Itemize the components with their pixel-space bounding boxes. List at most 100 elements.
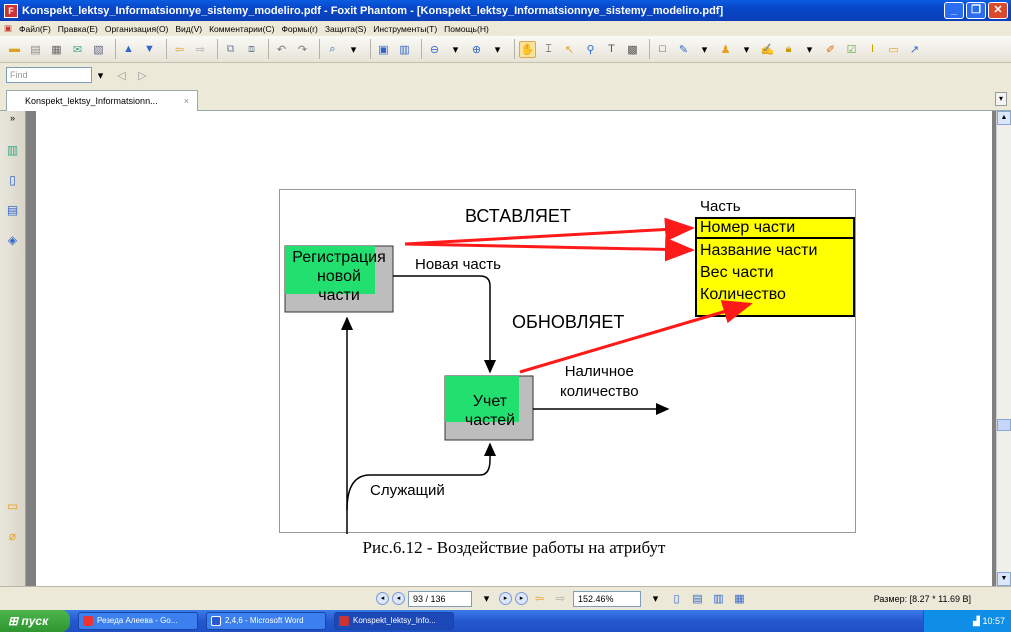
tab-document[interactable]: Konspekt_lektsy_Informatsionn... × [6, 90, 198, 111]
document-tab-bar: Konspekt_lektsy_Informatsionn... × ▾ [0, 87, 1011, 111]
redo-icon[interactable]: ↷ [294, 41, 311, 58]
menu-help[interactable]: Помощь(H) [444, 24, 489, 34]
single-page-icon[interactable]: ▯ [668, 590, 685, 607]
copy-icon[interactable]: ⧉ [222, 41, 239, 58]
text-field-icon[interactable]: I [864, 41, 881, 58]
facing-icon[interactable]: ▥ [710, 590, 727, 607]
scroll-up-icon[interactable]: ▲ [997, 111, 1011, 125]
tab-list-icon[interactable]: ▾ [995, 92, 1007, 106]
next-page-icon[interactable]: ▼ [141, 41, 158, 58]
start-button[interactable]: ⊞ пуск [0, 610, 70, 632]
vertical-scrollbar[interactable]: ▲ ▼ [996, 111, 1011, 586]
box-reg-line3: части [318, 287, 360, 304]
find-icon[interactable]: ⚲ [582, 41, 599, 58]
back-icon[interactable]: ⇦ [171, 41, 188, 58]
save-icon[interactable]: ▤ [27, 41, 44, 58]
prev-page-status-icon[interactable]: ◂ [392, 592, 405, 605]
paperclip-icon[interactable]: ⌀ [5, 529, 21, 545]
fit-width-icon[interactable]: ▥ [396, 41, 413, 58]
lock-icon[interactable]: 🔒︎ [780, 41, 797, 58]
select-text-icon[interactable]: ⌶ [540, 41, 557, 58]
find-dropdown-icon[interactable]: ▾ [92, 67, 109, 84]
menu-view[interactable]: Вид(V) [175, 24, 202, 34]
tab-close-icon[interactable]: × [184, 96, 189, 106]
page-number-input[interactable]: 93 / 136 [408, 590, 472, 607]
zoom-tool-icon[interactable]: ⌕ [324, 41, 341, 58]
zoom-level-input[interactable]: 152.46% [573, 590, 641, 607]
snapshot-icon[interactable]: ▩ [624, 41, 641, 58]
menu-tools[interactable]: Инструменты(T) [373, 24, 437, 34]
task-word[interactable]: 2,4,6 - Microsoft Word [206, 612, 326, 630]
note-icon[interactable]: ▭ [885, 41, 902, 58]
menu-comments[interactable]: Комментарии(C) [209, 24, 274, 34]
bookmarks-icon[interactable]: ▥ [5, 143, 21, 159]
menu-protect[interactable]: Защита(S) [325, 24, 366, 34]
arrow-tool-icon[interactable]: ↗ [906, 41, 923, 58]
find-prev-icon[interactable]: ◁ [113, 67, 130, 84]
menu-organize[interactable]: Организация(O) [105, 24, 169, 34]
next-page-status-icon[interactable]: ▸ [499, 592, 512, 605]
select-icon[interactable]: ↖ [561, 41, 578, 58]
menu-file[interactable]: Файл(F) [19, 24, 51, 34]
email-icon[interactable]: ✉ [69, 41, 86, 58]
typewriter-icon[interactable]: T [603, 41, 620, 58]
status-back-icon[interactable]: ⇦ [531, 590, 548, 607]
document-viewport[interactable]: Регистрация новой части Учет частей ВСТА… [26, 111, 996, 586]
comments-icon[interactable]: ▭ [5, 499, 21, 515]
dropdown-icon[interactable]: ▾ [489, 41, 506, 58]
dropdown-icon[interactable]: ▾ [696, 41, 713, 58]
first-page-icon[interactable]: ◂ [376, 592, 389, 605]
pencil-icon[interactable]: ✎ [675, 41, 692, 58]
fit-page-icon[interactable]: ▣ [375, 41, 392, 58]
label-available-2: количество [560, 383, 639, 400]
layers-icon[interactable]: ▤ [5, 203, 21, 219]
form-icon[interactable]: ☑ [843, 41, 860, 58]
hand-tool-icon[interactable]: ✋ [519, 40, 536, 58]
title-bar: F Konspekt_lektsy_Informatsionnye_sistem… [0, 0, 1011, 21]
dropdown-icon[interactable]: ▾ [345, 41, 362, 58]
minimize-button[interactable]: _ [944, 2, 964, 19]
system-tray: ▟ 10:57 [923, 610, 1011, 632]
entity-attr-weight: Вес части [700, 264, 774, 281]
forward-icon[interactable]: ⇨ [192, 41, 209, 58]
dropdown-icon[interactable]: ▾ [447, 41, 464, 58]
last-page-icon[interactable]: ▸ [515, 592, 528, 605]
undo-icon[interactable]: ↶ [273, 41, 290, 58]
scroll-down-icon[interactable]: ▼ [997, 572, 1011, 586]
sign-icon[interactable]: ✍ [759, 41, 776, 58]
pdf-page: Регистрация новой части Учет частей ВСТА… [36, 111, 992, 586]
paste-icon[interactable]: ⧈ [243, 41, 260, 58]
entity-attr-name: Название части [700, 242, 818, 259]
stamp-icon[interactable]: ♟ [717, 41, 734, 58]
edit-icon[interactable]: ✐ [822, 41, 839, 58]
scan-icon[interactable]: ▧ [90, 41, 107, 58]
prev-page-icon[interactable]: ▲ [120, 41, 137, 58]
pages-icon[interactable]: ▯ [5, 173, 21, 189]
doc-menu-icon[interactable]: ▣ [4, 23, 12, 34]
entity-key: Номер части [700, 219, 796, 236]
continuous-facing-icon[interactable]: ▦ [731, 590, 748, 607]
find-input[interactable]: Find [6, 67, 92, 83]
page-dropdown-icon[interactable]: ▾ [478, 590, 495, 607]
status-forward-icon[interactable]: ⇨ [552, 590, 569, 607]
attachments-panel-icon[interactable]: ◈ [5, 233, 21, 249]
print-icon[interactable]: ▦ [48, 41, 65, 58]
dropdown-icon[interactable]: ▾ [801, 41, 818, 58]
restore-button[interactable]: ❐ [966, 2, 986, 19]
zoom-in-icon[interactable]: ⊕ [468, 41, 485, 58]
rectangle-icon[interactable]: □ [654, 41, 671, 58]
task-foxit[interactable]: Konspekt_lektsy_Info... [334, 612, 454, 630]
menu-edit[interactable]: Правка(E) [58, 24, 98, 34]
zoom-out-icon[interactable]: ⊖ [426, 41, 443, 58]
collapse-sidebar-icon[interactable]: » [5, 113, 21, 129]
find-next-icon[interactable]: ▷ [134, 67, 151, 84]
scroll-thumb[interactable] [997, 419, 1011, 431]
task-chrome[interactable]: Резеда Алеева - Go... [78, 612, 198, 630]
open-icon[interactable]: ▬ [6, 41, 23, 58]
tab-label: Konspekt_lektsy_Informatsionn... [25, 96, 158, 106]
continuous-icon[interactable]: ▤ [689, 590, 706, 607]
menu-forms[interactable]: Формы(r) [281, 24, 317, 34]
close-button[interactable]: ✕ [988, 2, 1008, 19]
dropdown-icon[interactable]: ▾ [738, 41, 755, 58]
zoom-dropdown-icon[interactable]: ▾ [647, 590, 664, 607]
